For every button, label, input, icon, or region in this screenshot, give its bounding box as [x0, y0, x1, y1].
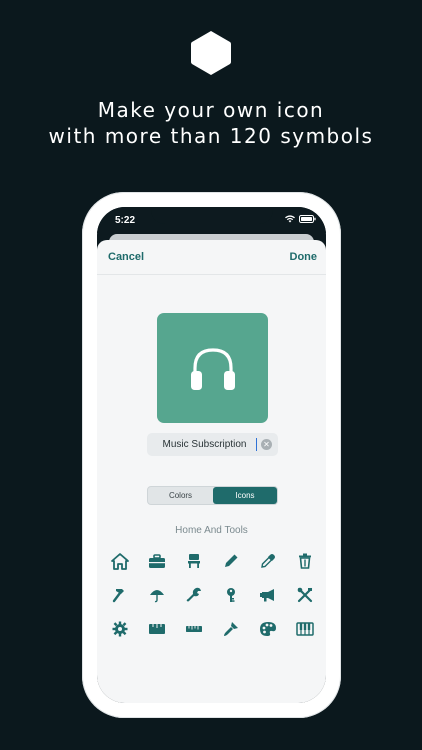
tools-crossed-icon[interactable] — [294, 584, 316, 606]
phone-screen: 5:22 Cancel Done Music Subscription ✕ Co… — [97, 207, 326, 703]
icon-preview — [157, 313, 268, 423]
pencil-icon[interactable] — [220, 550, 242, 572]
colors-icons-segmented-control: Colors Icons — [147, 486, 278, 505]
tape-measure-icon[interactable] — [146, 618, 168, 640]
done-button[interactable]: Done — [290, 251, 318, 263]
palette-icon[interactable] — [257, 618, 279, 640]
headphones-icon — [191, 348, 235, 390]
status-bar: 5:22 — [97, 207, 326, 233]
app-logo-hexagon-icon — [191, 31, 231, 75]
wifi-icon — [285, 215, 295, 223]
headline-line-1: Make your own icon — [97, 98, 325, 122]
notch — [151, 207, 273, 224]
headline-line-2: with more than 120 symbols — [48, 124, 374, 148]
segment-colors[interactable]: Colors — [148, 487, 213, 504]
battery-icon — [299, 215, 316, 223]
gear-icon[interactable] — [109, 618, 131, 640]
trash-icon[interactable] — [294, 550, 316, 572]
ruler-icon[interactable] — [183, 618, 205, 640]
section-title: Home And Tools — [175, 525, 248, 536]
cancel-button[interactable]: Cancel — [108, 251, 144, 263]
status-icons — [285, 215, 316, 223]
toolbox-icon[interactable] — [146, 550, 168, 572]
piano-icon[interactable] — [294, 618, 316, 640]
chair-icon[interactable] — [183, 550, 205, 572]
headline: Make your own icon with more than 120 sy… — [0, 97, 422, 149]
clear-text-icon[interactable]: ✕ — [261, 439, 272, 450]
text-caret — [256, 438, 257, 451]
editor-sheet: Cancel Done ✕ Colors Icons Home And Tool… — [97, 240, 326, 703]
house-icon[interactable] — [109, 550, 131, 572]
status-time: 5:22 — [115, 215, 136, 226]
megaphone-icon[interactable] — [257, 584, 279, 606]
nav-bar: Cancel Done — [97, 240, 326, 275]
brush-icon[interactable] — [220, 618, 242, 640]
icon-name-field[interactable]: ✕ — [147, 433, 278, 456]
dropper-icon[interactable] — [257, 550, 279, 572]
wrench-icon[interactable] — [183, 584, 205, 606]
key-icon[interactable] — [220, 584, 242, 606]
icon-name-input[interactable] — [153, 433, 256, 456]
segment-icons[interactable]: Icons — [213, 487, 277, 504]
umbrella-icon[interactable] — [146, 584, 168, 606]
hammer-icon[interactable] — [109, 584, 131, 606]
